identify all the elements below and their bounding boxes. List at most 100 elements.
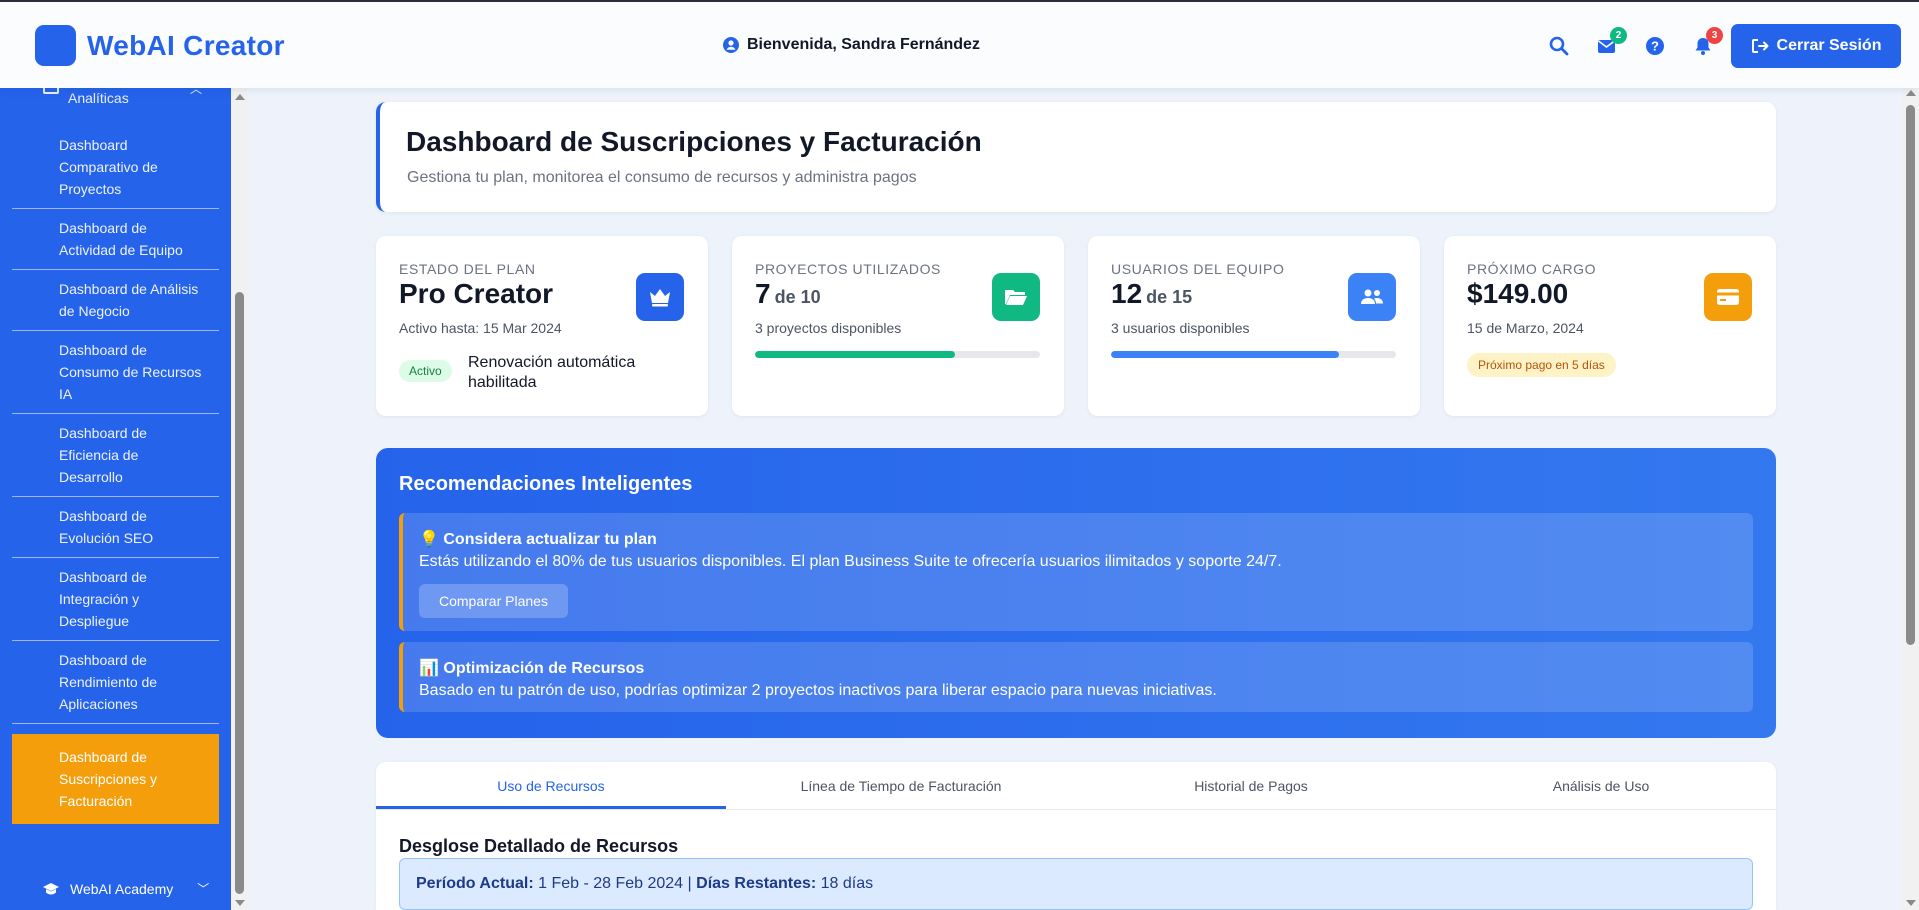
users-progress-fill xyxy=(1111,351,1339,358)
recommendation-text: Estás utilizando el 80% de tus usuarios … xyxy=(419,553,1282,570)
folder-icon xyxy=(992,273,1040,321)
credit-card-icon xyxy=(1704,273,1752,321)
team-users-card: USUARIOS DEL EQUIPO 12 de 15 3 usuarios d… xyxy=(1088,236,1420,416)
user-circle-icon xyxy=(723,37,739,53)
sidebar-scrollbar-thumb[interactable] xyxy=(235,292,244,894)
sidebar-group-analytics[interactable]: Analíticas xyxy=(68,90,129,106)
logout-label: Cerrar Sesión xyxy=(1776,37,1882,54)
bar-chart-icon: 📊 xyxy=(419,660,439,677)
period-separator: | xyxy=(687,875,692,892)
sidebar: Analíticas ︿ Dashboard Comparativo de Pr… xyxy=(0,88,231,910)
resources-tabs-card: Uso de Recursos Línea de Tiempo de Factu… xyxy=(376,762,1776,910)
users-progress-bar xyxy=(1111,351,1396,358)
sidebar-item-eficiencia-desarrollo[interactable]: Dashboard de Eficiencia de Desarrollo xyxy=(12,414,219,497)
recommendation-upgrade-plan: 💡 Considera actualizar tu plan Estás uti… xyxy=(399,513,1753,631)
main-scroll-up-arrow[interactable] xyxy=(1906,90,1916,96)
tab-uso-recursos[interactable]: Uso de Recursos xyxy=(376,762,726,809)
next-charge-date: 15 de Marzo, 2024 xyxy=(1467,320,1584,336)
recommendation-title: 💡 Considera actualizar tu plan xyxy=(419,529,1737,549)
recommendation-title-text: Considera actualizar tu plan xyxy=(443,531,657,548)
tab-historial-pagos[interactable]: Historial de Pagos xyxy=(1076,762,1426,809)
projects-used-value: 7 de 10 xyxy=(755,278,821,310)
sign-out-icon xyxy=(1751,39,1769,53)
projects-available: 3 proyectos disponibles xyxy=(755,320,902,336)
projects-used-count: 7 xyxy=(755,278,771,309)
sidebar-item-suscripciones-facturacion[interactable]: Dashboard de Suscripciones y Facturación xyxy=(12,734,219,824)
brand-logo-icon[interactable] xyxy=(35,25,76,66)
recommendation-optimize-resources: 📊 Optimización de Recursos Basado en tu … xyxy=(399,642,1753,712)
sidebar-item-label: WebAI Academy xyxy=(70,880,174,897)
search-button[interactable] xyxy=(1548,35,1570,57)
page-subtitle: Gestiona tu plan, monitorea el consumo d… xyxy=(407,169,917,186)
analytics-group-icon xyxy=(43,88,59,94)
main-scrollbar-thumb[interactable] xyxy=(1906,105,1915,645)
next-charge-card: PRÓXIMO CARGO $149.00 15 de Marzo, 2024 … xyxy=(1444,236,1776,416)
sidebar-item-evolucion-seo[interactable]: Dashboard de Evolución SEO xyxy=(12,497,219,558)
projects-progress-fill xyxy=(755,351,955,358)
svg-text:?: ? xyxy=(1651,39,1659,54)
sidebar-scroll-down-arrow[interactable] xyxy=(235,900,245,906)
chevron-up-icon[interactable]: ︿ xyxy=(190,88,202,97)
smart-recommendations-panel: Recomendaciones Inteligentes 💡 Considera… xyxy=(376,448,1776,738)
sidebar-item-integracion-despliegue[interactable]: Dashboard de Integración y Despliegue xyxy=(12,558,219,641)
recommendations-title: Recomendaciones Inteligentes xyxy=(399,473,693,495)
period-value: 1 Feb - 28 Feb 2024 xyxy=(538,875,684,892)
team-users-label: USUARIOS DEL EQUIPO xyxy=(1111,261,1285,277)
next-charge-amount: $149.00 xyxy=(1467,278,1569,309)
notifications-count-badge: 3 xyxy=(1706,27,1723,44)
chevron-down-icon: ﹀ xyxy=(197,882,210,896)
sidebar-scroll-up-arrow[interactable] xyxy=(235,94,245,100)
projects-total: de 10 xyxy=(774,287,821,307)
brand-name[interactable]: WebAI Creator xyxy=(87,30,285,62)
plan-status-label: ESTADO DEL PLAN xyxy=(399,261,536,277)
sidebar-item-consumo-recursos-ia[interactable]: Dashboard de Consumo de Recursos IA xyxy=(12,331,219,414)
plan-name: Pro Creator xyxy=(399,278,554,309)
next-charge-label: PRÓXIMO CARGO xyxy=(1467,261,1597,277)
sidebar-item-comparativo-proyectos[interactable]: Dashboard Comparativo de Proyectos xyxy=(12,126,219,209)
page-title: Dashboard de Suscripciones y Facturación xyxy=(406,126,982,157)
billing-period-info: Período Actual: 1 Feb - 28 Feb 2024 | Dí… xyxy=(399,858,1753,910)
recommendation-text: Basado en tu patrón de uso, podrías opti… xyxy=(419,682,1217,699)
tab-linea-tiempo-facturacion[interactable]: Línea de Tiempo de Facturación xyxy=(726,762,1076,809)
messages-button[interactable]: 2 xyxy=(1596,27,1627,57)
sidebar-item-webai-academy[interactable]: WebAI Academy ﹀ xyxy=(42,880,209,897)
projects-used-label: PROYECTOS UTILIZADOS xyxy=(755,261,941,277)
projects-progress-bar xyxy=(755,351,1040,358)
recommendation-title-text: Optimización de Recursos xyxy=(443,660,645,677)
sidebar-item-rendimiento-aplicaciones[interactable]: Dashboard de Rendimiento de Aplicaciones xyxy=(12,641,219,724)
next-payment-badge: Próximo pago en 5 días xyxy=(1467,353,1616,377)
help-button[interactable]: ? xyxy=(1644,35,1666,57)
notifications-button[interactable]: 3 xyxy=(1692,27,1723,57)
help-icon: ? xyxy=(1646,37,1664,55)
team-users-value: 12 de 15 xyxy=(1111,278,1192,310)
team-users-total: de 15 xyxy=(1146,287,1193,307)
graduation-cap-icon xyxy=(43,882,59,894)
users-icon xyxy=(1348,273,1396,321)
auto-renewal-text: Renovación automática habilitada xyxy=(468,354,636,391)
main-scroll-down-arrow[interactable] xyxy=(1906,900,1916,906)
search-icon xyxy=(1549,36,1569,56)
plan-expiry: Activo hasta: 15 Mar 2024 xyxy=(399,320,562,336)
lightbulb-icon: 💡 xyxy=(419,531,439,548)
compare-plans-button[interactable]: Comparar Planes xyxy=(419,584,568,618)
period-label: Período Actual: xyxy=(416,875,534,892)
resources-breakdown-title: Desglose Detallado de Recursos xyxy=(399,836,679,856)
sidebar-item-actividad-equipo[interactable]: Dashboard de Actividad de Equipo xyxy=(12,209,219,270)
days-remaining-value: 18 días xyxy=(820,875,874,892)
team-users-available: 3 usuarios disponibles xyxy=(1111,320,1250,336)
welcome-text: Bienvenida, Sandra Fernández xyxy=(747,36,980,53)
sidebar-nav-list: Dashboard Comparativo de Proyectos Dashb… xyxy=(12,126,219,824)
plan-active-badge: Activo xyxy=(399,360,452,382)
welcome-message: Bienvenida, Sandra Fernández xyxy=(723,36,980,54)
plan-status-card: ESTADO DEL PLAN Pro Creator Activo hasta… xyxy=(376,236,708,416)
crown-icon xyxy=(636,273,684,321)
sidebar-item-analisis-negocio[interactable]: Dashboard de Análisis de Negocio xyxy=(12,270,219,331)
page-header-card: Dashboard de Suscripciones y Facturación… xyxy=(376,102,1776,212)
tab-bar: Uso de Recursos Línea de Tiempo de Factu… xyxy=(376,762,1776,810)
team-users-count: 12 xyxy=(1111,278,1143,309)
projects-used-card: PROYECTOS UTILIZADOS 7 de 10 3 proyectos … xyxy=(732,236,1064,416)
recommendation-title: 📊 Optimización de Recursos xyxy=(419,658,1737,678)
logout-button[interactable]: Cerrar Sesión xyxy=(1731,24,1901,68)
days-remaining-label: Días Restantes: xyxy=(696,875,817,892)
tab-analisis-uso[interactable]: Análisis de Uso xyxy=(1426,762,1776,809)
